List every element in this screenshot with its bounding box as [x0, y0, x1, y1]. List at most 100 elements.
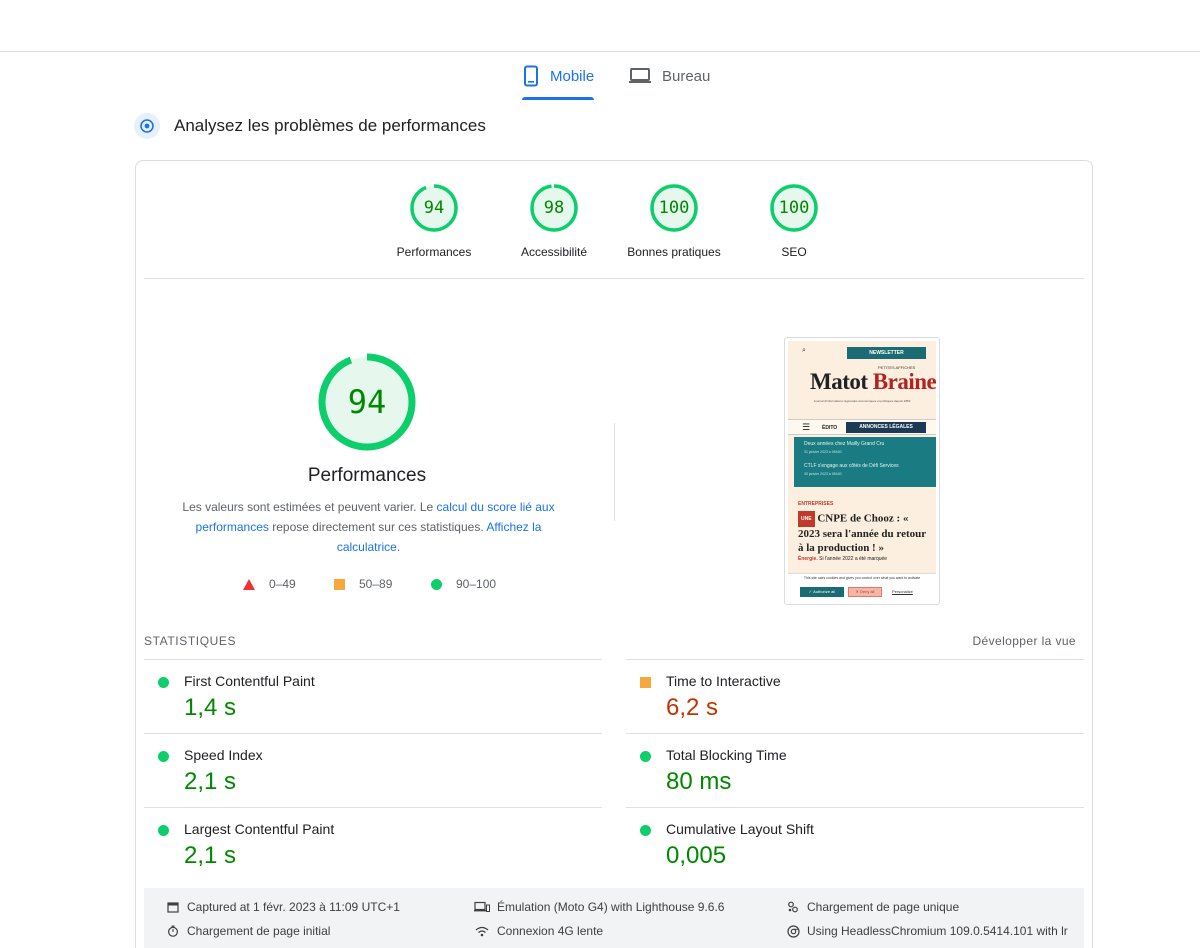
gauge-ring: 98 — [529, 183, 579, 233]
une-badge: UNE — [798, 511, 815, 527]
cookie-banner: This site uses cookies and gives you con… — [788, 573, 936, 601]
score-description: Les valeurs sont estimées et peuvent var… — [176, 497, 561, 557]
metric-tti: Time to Interactive 6,2 s — [626, 659, 1084, 733]
legend-average: 50–89 — [334, 577, 392, 591]
metric-tbt: Total Blocking Time 80 ms — [626, 733, 1084, 807]
screenshot-content: ⌕ NEWSLETTER PETITES AFFICHES Matot Brai… — [788, 341, 936, 601]
laptop-icon — [628, 67, 652, 85]
legend-range: 90–100 — [456, 577, 497, 591]
tab-mobile-label: Mobile — [550, 67, 595, 85]
chrome-icon — [786, 924, 800, 938]
final-screenshot[interactable]: ⌕ NEWSLETTER PETITES AFFICHES Matot Brai… — [784, 337, 940, 605]
footer-initial-load: Chargement de page initial — [166, 924, 330, 938]
diagnose-icon — [134, 113, 160, 139]
footer-captured: Captured at 1 févr. 2023 à 11:09 UTC+1 — [166, 900, 400, 914]
gauge-seo[interactable]: 100 SEO — [739, 183, 849, 259]
newsletter-button: NEWSLETTER — [847, 347, 926, 359]
square-icon — [334, 578, 345, 590]
expand-view-toggle[interactable]: Développer la vue — [972, 634, 1076, 648]
desc-text: Les valeurs sont estimées et peuvent var… — [182, 500, 437, 514]
nav-edito: ÉDITO — [822, 425, 838, 431]
gauge-label: SEO — [781, 245, 807, 259]
gauge-label: Performances — [396, 245, 472, 259]
gauge-bonnes-pratiques[interactable]: 100 Bonnes pratiques — [619, 183, 729, 259]
menu-icon: ☰ — [802, 422, 811, 432]
ticker-item: CTLF s'engage aux côtés de Défi Services — [804, 463, 899, 469]
gauge-ring: 100 — [769, 183, 819, 233]
main-score: 94 — [347, 383, 387, 421]
footer-emulation: Émulation (Moto G4) with Lighthouse 9.6.… — [474, 900, 724, 914]
pass-icon — [158, 825, 169, 836]
metric-name: Time to Interactive — [666, 673, 781, 689]
article-section: ENTREPRISES — [798, 501, 834, 507]
metric-name: Speed Index — [184, 747, 263, 763]
logo-part: Braine — [872, 369, 936, 394]
site-tagline: Journal d'informations régionales économ… — [813, 399, 911, 403]
main-gauge: 94 — [318, 353, 416, 451]
gauge-score: 98 — [543, 198, 565, 218]
footer-browser: Using HeadlessChromium 109.0.5414.101 wi… — [786, 924, 1068, 938]
tab-mobile[interactable]: Mobile — [522, 52, 595, 100]
site-nav: ☰ ÉDITO ANNONCES LÉGALES — [788, 419, 936, 435]
main-title: Performances — [307, 465, 427, 486]
statistics-heading: STATISTIQUES — [144, 634, 237, 648]
search-icon: ⌕ — [802, 347, 806, 354]
ticker-item: Deux années chez Mailly Grand Cru — [804, 441, 885, 447]
calendar-icon — [166, 901, 180, 913]
metric-name: Total Blocking Time — [666, 747, 787, 763]
wifi-icon — [474, 926, 490, 937]
captured-text: Captured at 1 févr. 2023 à 11:09 UTC+1 — [187, 900, 400, 914]
pass-icon — [640, 825, 651, 836]
metric-fcp: First Contentful Paint 1,4 s — [144, 659, 602, 733]
gauge-ring: 94 — [409, 183, 459, 233]
metric-value: 2,1 s — [184, 842, 237, 869]
cookie-text: This site uses cookies and gives you con… — [803, 576, 921, 580]
footer-single-load: Chargement de page unique — [786, 900, 959, 914]
legend-range: 0–49 — [269, 577, 296, 591]
metric-value: 80 ms — [666, 768, 732, 795]
runtime-settings: Captured at 1 févr. 2023 à 11:09 UTC+1 É… — [144, 888, 1084, 948]
triangle-icon — [243, 578, 255, 590]
section-title: Analysez les problèmes de performances — [174, 116, 486, 135]
emulation-text: Émulation (Moto G4) with Lighthouse 9.6.… — [497, 900, 725, 914]
desc-text: repose directement sur ces statistiques. — [268, 520, 487, 534]
legend-range: 50–89 — [359, 577, 393, 591]
gauge-label: Bonnes pratiques — [627, 245, 721, 259]
browser-text: Using HeadlessChromium 109.0.5414.101 wi… — [807, 924, 1068, 938]
metric-value: 6,2 s — [666, 694, 719, 721]
gauge-performances[interactable]: 94 Performances — [379, 183, 489, 259]
metric-speed-index: Speed Index 2,1 s — [144, 733, 602, 807]
article-headline: UNE CNPE de Chooz : « 2023 sera l'année … — [798, 511, 928, 555]
pass-icon — [640, 751, 651, 762]
gauge-accessibilite[interactable]: 98 Accessibilité — [499, 183, 609, 259]
vertical-separator — [614, 423, 615, 521]
gauge-label: Accessibilité — [520, 245, 588, 259]
gauge-score: 100 — [778, 198, 810, 218]
device-tabs: Mobile Bureau — [0, 52, 1200, 100]
single-load-icon — [786, 901, 800, 913]
section-heading: Analysez les problèmes de performances — [134, 113, 486, 139]
divider — [144, 278, 1084, 279]
article-lead: Énergie. Si l'année 2022 a été marquée — [798, 556, 928, 563]
logo-part: Matot — [810, 369, 868, 394]
desc-text: . — [396, 540, 401, 554]
headline-text: CNPE de Chooz : « 2023 sera l'année du r… — [798, 512, 926, 554]
circle-icon — [431, 578, 442, 590]
devices-icon — [474, 901, 490, 913]
tab-desktop[interactable]: Bureau — [628, 52, 710, 100]
top-bar — [0, 0, 1200, 52]
metric-name: Largest Contentful Paint — [184, 821, 335, 837]
nav-annonces: ANNONCES LÉGALES — [846, 422, 926, 433]
score-legend: 0–49 50–89 90–100 — [136, 577, 598, 595]
footer-connection: Connexion 4G lente — [474, 924, 603, 938]
report-card: 94 Performances 98 Accessibilité 100 Bon… — [135, 160, 1093, 948]
single-load-text: Chargement de page unique — [807, 900, 960, 914]
metric-value: 2,1 s — [184, 768, 237, 795]
metric-name: Cumulative Layout Shift — [666, 821, 814, 837]
legend-fail: 0–49 — [243, 577, 296, 591]
personalize-link: Personalize — [892, 589, 913, 594]
gauge-score: 94 — [423, 198, 445, 218]
metric-lcp: Largest Contentful Paint 2,1 s — [144, 807, 602, 881]
legend-pass: 90–100 — [431, 577, 496, 591]
gauge-ring: 100 — [649, 183, 699, 233]
